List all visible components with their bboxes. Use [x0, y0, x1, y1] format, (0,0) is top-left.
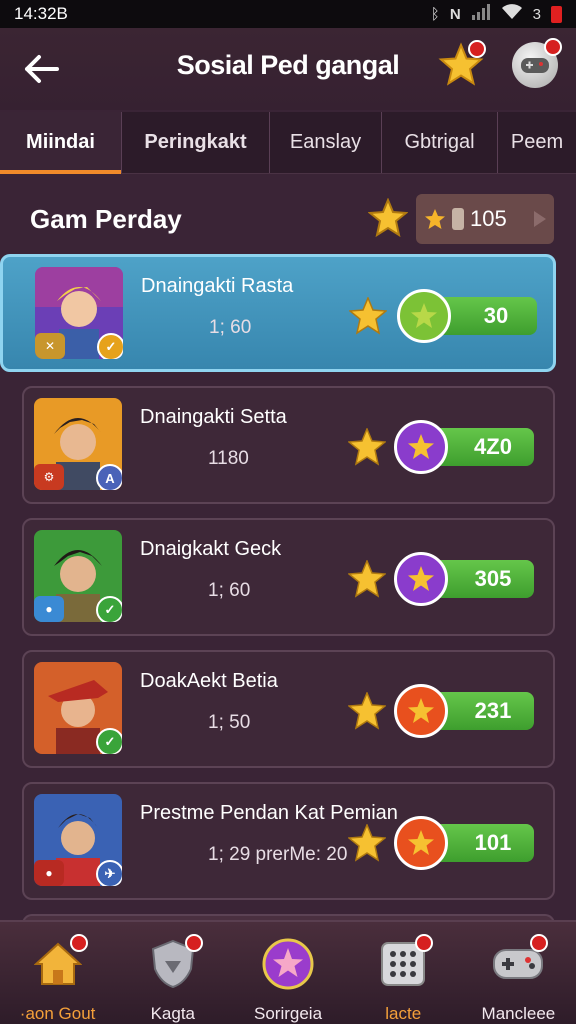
- battery-icon: [551, 5, 562, 23]
- player-stat: 1; 29 prerMe: 20: [208, 844, 348, 865]
- counter-value: 105: [470, 206, 507, 231]
- nav-label: Sorirgeia: [253, 1004, 323, 1023]
- currency-counter[interactable]: 105: [416, 194, 554, 244]
- player-avatar: A ⚙: [34, 398, 122, 490]
- score-value: 4Z0: [474, 434, 512, 459]
- star-orb-icon: [394, 552, 448, 606]
- signal-icon: [471, 4, 491, 24]
- section-header: Gam Perday 105: [0, 176, 576, 256]
- notification-badge: [184, 934, 203, 952]
- nav-kagta[interactable]: Kagta: [115, 922, 230, 1024]
- play-arrow-icon: [534, 211, 546, 227]
- tab-eanslay[interactable]: Eanslay: [270, 112, 382, 173]
- game-controller-button[interactable]: [512, 38, 562, 88]
- nav-label: lacte: [385, 1004, 422, 1023]
- star-icon: [367, 197, 409, 238]
- score-button[interactable]: 305: [394, 552, 534, 606]
- star-icon: [349, 297, 387, 335]
- nav-mancleee[interactable]: Mancleee: [461, 922, 576, 1024]
- tab-gbtrigal[interactable]: Gbtrigal: [382, 112, 498, 173]
- star-icon: [348, 560, 386, 598]
- score-value: 231: [474, 698, 512, 723]
- nav-sorirgeia[interactable]: Sorirgeia: [230, 922, 345, 1024]
- status-time: 14:32B: [14, 4, 68, 23]
- player-name: Dnaingakti Setta: [140, 406, 287, 428]
- slot-icon: [452, 208, 464, 230]
- player-name: Prestme Pendan Kat Pemian: [140, 802, 398, 824]
- nav-label: Mancleee: [481, 1004, 556, 1023]
- list-item[interactable]: ✓ ● Dnaigkakt Geck 1; 60 305: [22, 518, 555, 636]
- notification-badge: [415, 934, 434, 952]
- team-emblem-icon: ●: [34, 860, 64, 886]
- nav-lacte[interactable]: lacte: [346, 922, 461, 1024]
- star-orb-icon: [397, 289, 451, 343]
- gamepad-icon: [492, 934, 549, 990]
- star-icon: [348, 824, 386, 862]
- star-orb-icon: [394, 684, 448, 738]
- wifi-icon: [501, 4, 523, 24]
- player-avatar: ✓: [34, 662, 122, 754]
- player-avatar: ✈ ●: [34, 794, 122, 886]
- home-icon: [32, 934, 88, 990]
- player-stat: 1; 50: [208, 712, 251, 733]
- dice-icon: [377, 934, 434, 990]
- check-badge-icon: ✓: [96, 728, 122, 754]
- score-button[interactable]: 4Z0: [394, 420, 534, 474]
- crossed-swords-icon: ✕: [35, 333, 65, 359]
- score-button[interactable]: 30: [397, 289, 537, 343]
- score-value: 101: [474, 830, 512, 855]
- list-item[interactable]: ✈ ● Prestme Pendan Kat Pemian 1; 29 prer…: [22, 782, 555, 900]
- nav-label: ·aon Gout: [19, 1004, 96, 1023]
- tab-miindai[interactable]: Miindai: [0, 112, 122, 174]
- star-icon: [348, 428, 386, 466]
- notification-badge: [544, 38, 562, 56]
- list-item[interactable]: ✓ DoakAekt Betia 1; 50 231: [22, 650, 555, 768]
- player-name: DoakAekt Betia: [140, 670, 278, 692]
- tab-peringkakt[interactable]: Peringkakt: [122, 112, 270, 173]
- page-title: Sosial Ped gangal: [176, 50, 400, 80]
- app-header: Sosial Ped gangal: [0, 28, 576, 110]
- list-item[interactable]: ✓ ✕ Dnaingakti Rasta 1; 60 30: [0, 254, 556, 372]
- nav-home[interactable]: ·aon Gout: [0, 922, 115, 1024]
- status-bar: 14:32B ᛒ N 3: [0, 0, 576, 28]
- rank-badge-icon: ✓: [97, 333, 123, 359]
- score-button[interactable]: 101: [394, 816, 534, 870]
- star-icon: [425, 209, 445, 229]
- score-value: 30: [483, 303, 509, 328]
- star-icon: [348, 692, 386, 730]
- player-avatar: ✓ ✕: [35, 267, 123, 359]
- nav-label: Kagta: [150, 1004, 196, 1023]
- section-title: Gam Perday: [30, 204, 182, 234]
- player-name: Dnaigkakt Geck: [140, 538, 282, 560]
- favorites-button[interactable]: [438, 40, 486, 88]
- list-item[interactable]: A ⚙ Dnaingakti Setta 1180 4Z0: [22, 386, 555, 504]
- star-orb-icon: [394, 816, 448, 870]
- team-emblem-icon: ●: [34, 596, 64, 622]
- nfc-icon: N: [449, 5, 461, 23]
- score-button[interactable]: 231: [394, 684, 534, 738]
- notification-badge: [530, 934, 549, 952]
- check-badge-icon: ✓: [96, 596, 122, 622]
- notification-badge: [69, 934, 88, 952]
- player-stat: 1; 60: [208, 580, 251, 601]
- battery-text: 3: [532, 5, 541, 23]
- score-value: 305: [474, 566, 512, 591]
- bottom-nav: ·aon Gout Kagta Sorirgeia lacte Mancleee: [0, 920, 576, 1024]
- gamepad-icon: [521, 58, 549, 73]
- runner-badge-icon: ✈: [96, 860, 122, 886]
- bluetooth-icon: ᛒ: [430, 5, 440, 23]
- player-avatar: ✓ ●: [34, 530, 122, 622]
- player-stat: 1; 60: [209, 317, 252, 338]
- rank-badge-icon: A: [96, 464, 122, 490]
- player-name: Dnaingakti Rasta: [141, 275, 294, 297]
- team-emblem-icon: ⚙: [34, 464, 64, 490]
- tab-peem[interactable]: Peem: [498, 112, 576, 173]
- notification-badge: [468, 40, 486, 58]
- shield-icon: [147, 934, 203, 990]
- tab-bar: Miindai Peringkakt Eanslay Gbtrigal Peem: [0, 112, 576, 174]
- star-orb-icon: [394, 420, 448, 474]
- star-orb-icon: [262, 938, 314, 990]
- player-stat: 1180: [208, 448, 249, 469]
